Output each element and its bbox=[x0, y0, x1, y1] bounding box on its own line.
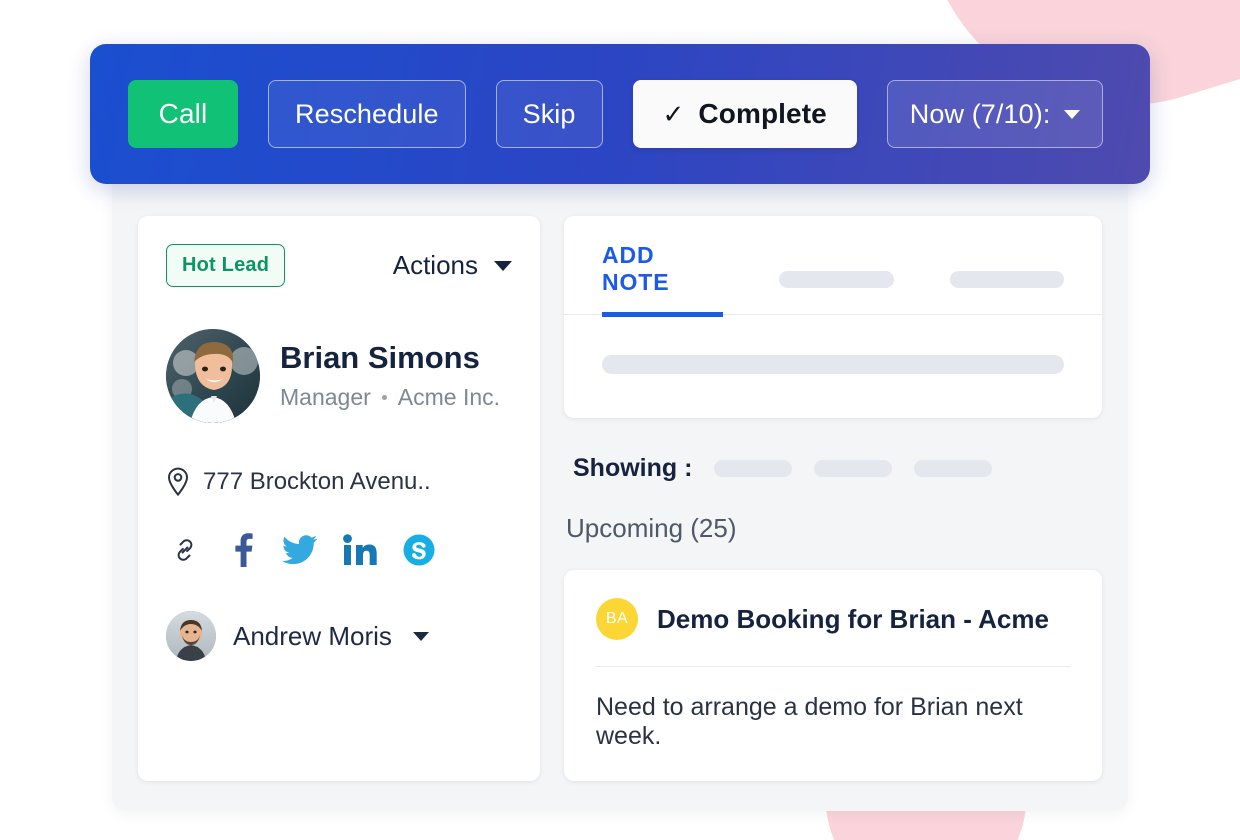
avatar bbox=[166, 329, 260, 423]
call-button[interactable]: Call bbox=[128, 80, 238, 148]
note-input-area[interactable] bbox=[564, 315, 1102, 418]
activity-column: ADD NOTE Showing : Upcoming (25) BA Dem bbox=[564, 216, 1102, 781]
showing-filter-placeholder[interactable] bbox=[914, 460, 992, 477]
user-avatar-photo bbox=[166, 611, 216, 661]
note-tabs: ADD NOTE bbox=[564, 216, 1102, 315]
add-note-card: ADD NOTE bbox=[564, 216, 1102, 418]
lead-identity-text: Brian Simons Manager Acme Inc. bbox=[280, 341, 500, 411]
complete-button-label: Complete bbox=[698, 98, 826, 130]
lead-card-header: Hot Lead Actions bbox=[166, 244, 512, 287]
event-title: Demo Booking for Brian - Acme bbox=[657, 604, 1049, 635]
separator-dot-icon bbox=[382, 395, 387, 400]
user-avatar-photo bbox=[166, 329, 260, 423]
showing-filter-placeholder[interactable] bbox=[714, 460, 792, 477]
showing-filter-placeholder[interactable] bbox=[814, 460, 892, 477]
skype-icon[interactable] bbox=[402, 533, 436, 567]
note-input-placeholder bbox=[602, 355, 1064, 374]
showing-filters: Showing : bbox=[564, 454, 1102, 483]
lead-address: 777 Brockton Avenu.. bbox=[166, 467, 512, 497]
showing-label: Showing : bbox=[573, 454, 692, 483]
reschedule-button[interactable]: Reschedule bbox=[268, 80, 466, 148]
chevron-down-icon bbox=[413, 632, 429, 641]
event-header: BA Demo Booking for Brian - Acme bbox=[596, 598, 1070, 640]
check-icon: ✓ bbox=[663, 101, 685, 127]
lead-role: Manager bbox=[280, 384, 371, 411]
address-text: 777 Brockton Avenu.. bbox=[203, 468, 431, 496]
actions-dropdown[interactable]: Actions bbox=[393, 250, 512, 281]
tab-placeholder[interactable] bbox=[779, 271, 893, 288]
lead-company: Acme Inc. bbox=[398, 384, 500, 411]
actions-dropdown-label: Actions bbox=[393, 250, 478, 281]
tab-add-note[interactable]: ADD NOTE bbox=[602, 242, 723, 317]
skip-button[interactable]: Skip bbox=[496, 80, 603, 148]
social-links bbox=[166, 533, 512, 567]
action-bar: Call Reschedule Skip ✓ Complete Now (7/1… bbox=[90, 44, 1150, 184]
timeline-event-card[interactable]: BA Demo Booking for Brian - Acme Need to… bbox=[564, 570, 1102, 781]
tab-placeholder[interactable] bbox=[950, 271, 1064, 288]
status-badge: Hot Lead bbox=[166, 244, 285, 287]
link-icon[interactable] bbox=[168, 533, 202, 567]
now-queue-label: Now (7/10): bbox=[910, 99, 1051, 130]
facebook-icon[interactable] bbox=[227, 533, 257, 567]
lead-role-company: Manager Acme Inc. bbox=[280, 384, 500, 411]
chevron-down-icon bbox=[1064, 110, 1080, 119]
lead-identity: Brian Simons Manager Acme Inc. bbox=[166, 329, 512, 423]
content-panel: Hot Lead Actions bbox=[112, 170, 1128, 811]
event-initials-badge: BA bbox=[596, 598, 638, 640]
map-pin-icon bbox=[166, 467, 190, 497]
now-queue-dropdown[interactable]: Now (7/10): bbox=[887, 80, 1104, 148]
owner-name: Andrew Moris bbox=[233, 621, 392, 652]
lead-detail-card: Hot Lead Actions bbox=[138, 216, 540, 781]
page-title: Brian Simons bbox=[280, 341, 500, 375]
lead-owner[interactable]: Andrew Moris bbox=[166, 611, 512, 661]
divider bbox=[596, 666, 1070, 667]
twitter-icon[interactable] bbox=[282, 533, 318, 567]
complete-button[interactable]: ✓ Complete bbox=[633, 80, 857, 148]
event-description: Need to arrange a demo for Brian next we… bbox=[596, 693, 1070, 751]
linkedin-icon[interactable] bbox=[343, 534, 377, 566]
avatar bbox=[166, 611, 216, 661]
chevron-down-icon bbox=[494, 261, 512, 271]
app-stage: Call Reschedule Skip ✓ Complete Now (7/1… bbox=[90, 44, 1150, 811]
upcoming-section-label: Upcoming (25) bbox=[564, 513, 1102, 544]
